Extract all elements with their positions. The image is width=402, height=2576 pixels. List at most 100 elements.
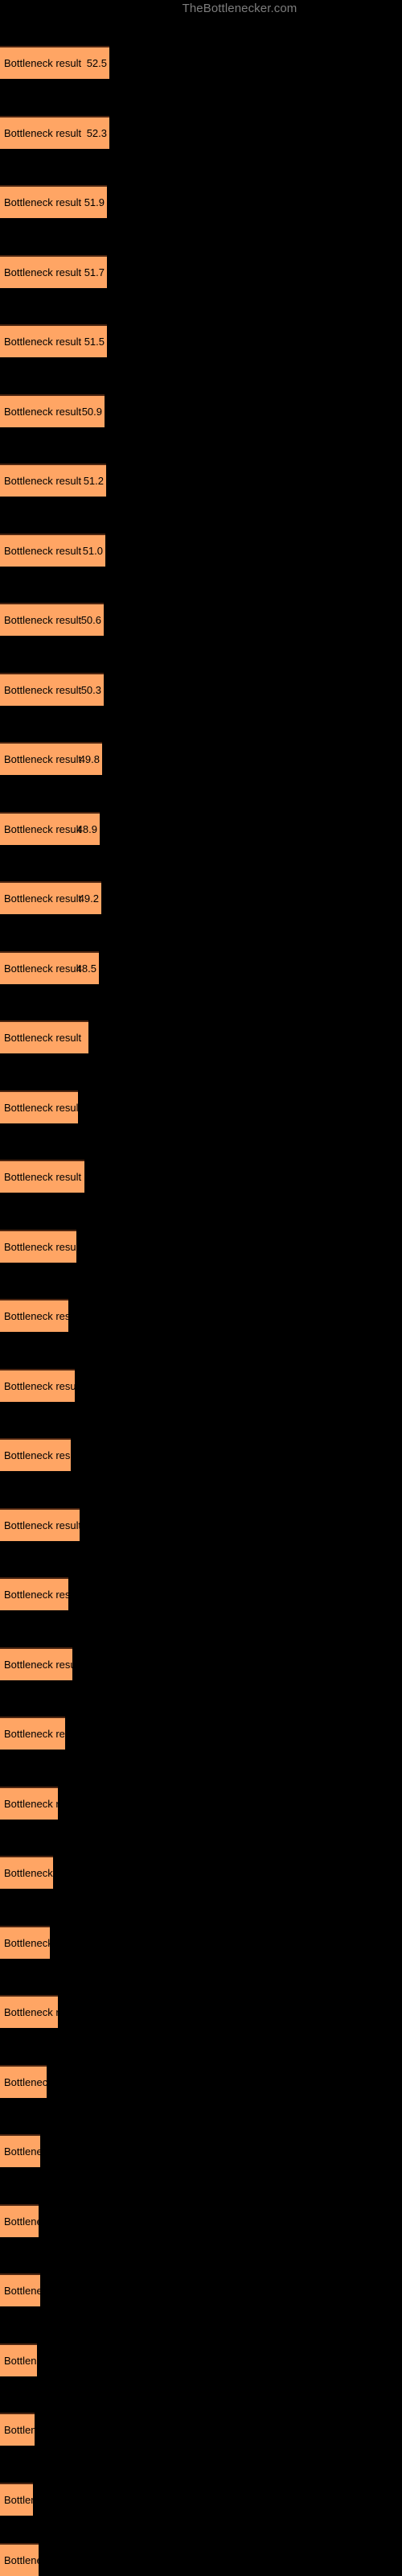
bar[interactable]: Bottleneck result bbox=[0, 1577, 68, 1610]
bar-row: Bottleneck result 49.8 bbox=[0, 742, 402, 775]
bar-label: Bottleneck result bbox=[4, 2285, 40, 2297]
bar[interactable]: Bottleneck result bbox=[0, 1090, 78, 1123]
bar-value: 48.5 bbox=[76, 962, 96, 975]
bar-label: Bottleneck result bbox=[4, 406, 82, 418]
bar-row: Bottleneck result 50.6 bbox=[0, 603, 402, 636]
bar[interactable]: Bottleneck result bbox=[0, 1438, 71, 1471]
bar[interactable]: Bottleneck result bbox=[0, 1508, 80, 1541]
bar[interactable]: Bottleneck result bbox=[0, 1856, 53, 1889]
bar-row: Bottleneck result 51.7 bbox=[0, 255, 402, 288]
bar[interactable]: Bottleneck result bbox=[0, 1787, 58, 1820]
bar[interactable]: Bottleneck result 52.3 bbox=[0, 116, 109, 149]
bar-row: Bottleneck result bbox=[0, 2065, 402, 2098]
bar-row: Bottleneck result 48.9 bbox=[0, 812, 402, 845]
bar-value: 49.2 bbox=[78, 892, 99, 905]
bar[interactable]: Bottleneck result 51.2 bbox=[0, 464, 106, 497]
bar-row: Bottleneck result bbox=[0, 1717, 402, 1750]
bar[interactable]: Bottleneck result bbox=[0, 1160, 84, 1193]
bar-row: Bottleneck result bbox=[0, 1369, 402, 1402]
bar[interactable]: Bottleneck result bbox=[0, 1926, 50, 1959]
bar-label: Bottleneck result bbox=[4, 823, 82, 835]
bar-value: 49.8 bbox=[79, 753, 100, 765]
bar[interactable]: Bottleneck result bbox=[0, 1299, 68, 1332]
bar[interactable]: Bottleneck result 50.6 bbox=[0, 603, 104, 636]
bar[interactable]: Bottleneck result 48.5 bbox=[0, 951, 99, 984]
bar-label: Bottleneck result bbox=[4, 1171, 82, 1183]
bar-label: Bottleneck result bbox=[4, 2006, 58, 2018]
bar-label: Bottleneck result bbox=[4, 2554, 39, 2566]
bar-row: Bottleneck result 48.5 bbox=[0, 951, 402, 984]
bar[interactable]: Bottleneck result bbox=[0, 2413, 35, 2446]
bar-row: Bottleneck result 49.2 bbox=[0, 881, 402, 914]
bar[interactable]: Bottleneck result 49.8 bbox=[0, 742, 102, 775]
bar[interactable]: Bottleneck result bbox=[0, 2065, 47, 2098]
bar-label: Bottleneck result bbox=[4, 1519, 80, 1531]
bar-value: 51.9 bbox=[84, 196, 105, 208]
bar-row: Bottleneck result bbox=[0, 2483, 402, 2516]
bar-label: Bottleneck result bbox=[4, 1380, 75, 1392]
bar-row: Bottleneck result bbox=[0, 1995, 402, 2028]
bar[interactable]: Bottleneck result bbox=[0, 2483, 33, 2516]
bar[interactable]: Bottleneck result bbox=[0, 1995, 58, 2028]
bar-row: Bottleneck result bbox=[0, 1647, 402, 1680]
bar-label: Bottleneck result bbox=[4, 1589, 68, 1601]
bar-row: Bottleneck result 52.5 bbox=[0, 46, 402, 79]
bar-label: Bottleneck result bbox=[4, 336, 82, 348]
bar[interactable]: Bottleneck result bbox=[0, 2204, 39, 2237]
bar[interactable]: Bottleneck result 52.5 bbox=[0, 46, 109, 79]
bar-row: Bottleneck result 50.3 bbox=[0, 673, 402, 706]
bar[interactable]: Bottleneck result 51.0 bbox=[0, 534, 105, 567]
bar-label: Bottleneck result bbox=[4, 1310, 68, 1322]
bar-row: Bottleneck result bbox=[0, 1438, 402, 1471]
bar[interactable]: Bottleneck result 51.7 bbox=[0, 255, 107, 288]
bar-label: Bottleneck result bbox=[4, 1102, 78, 1114]
bar-label: Bottleneck result bbox=[4, 2494, 33, 2506]
bar[interactable]: Bottleneck result bbox=[0, 1717, 65, 1750]
bar-row: Bottleneck result 52.3 bbox=[0, 116, 402, 149]
bar-value: 48.9 bbox=[76, 823, 97, 835]
bar-label: Bottleneck result bbox=[4, 2076, 47, 2088]
bar-row: Bottleneck result bbox=[0, 1020, 402, 1053]
bar[interactable]: Bottleneck result bbox=[0, 2134, 40, 2167]
bar[interactable]: Bottleneck result 51.5 bbox=[0, 324, 107, 357]
bar[interactable]: Bottleneck result 49.2 bbox=[0, 881, 101, 914]
bar[interactable]: Bottleneck result bbox=[0, 2273, 40, 2306]
bar-label: Bottleneck result bbox=[4, 2145, 40, 2158]
bar-row: Bottleneck result 51.0 bbox=[0, 534, 402, 567]
bar[interactable]: Bottleneck result 50.3 bbox=[0, 673, 104, 706]
bar-row: Bottleneck result bbox=[0, 1856, 402, 1889]
bar-row: Bottleneck result bbox=[0, 1230, 402, 1263]
bar-value: 50.9 bbox=[81, 406, 102, 418]
bar[interactable]: Bottleneck result bbox=[0, 1647, 72, 1680]
bar[interactable]: Bottleneck result bbox=[0, 1369, 75, 1402]
bar-label: Bottleneck result bbox=[4, 614, 82, 626]
bar[interactable]: Bottleneck result bbox=[0, 2343, 37, 2376]
bar-label: Bottleneck result bbox=[4, 1032, 82, 1044]
bar[interactable]: Bottleneck result 51.9 bbox=[0, 185, 107, 218]
bar-row: Bottleneck result bbox=[0, 2273, 402, 2306]
bar-label: Bottleneck result bbox=[4, 266, 82, 278]
bar-label: Bottleneck result bbox=[4, 2424, 35, 2436]
bar-label: Bottleneck result bbox=[4, 1937, 50, 1949]
bar[interactable]: Bottleneck result bbox=[0, 1230, 76, 1263]
bar[interactable]: Bottleneck result bbox=[0, 1020, 88, 1053]
bar-value: 50.3 bbox=[80, 684, 101, 696]
bar-value: 52.3 bbox=[86, 127, 107, 139]
bar-label: Bottleneck result bbox=[4, 1798, 58, 1810]
bar-row: Bottleneck result bbox=[0, 1577, 402, 1610]
bar-label: Bottleneck result bbox=[4, 962, 82, 975]
bar-label: Bottleneck result bbox=[4, 684, 82, 696]
bar[interactable]: Bottleneck result bbox=[0, 2543, 39, 2576]
bar-row: Bottleneck result bbox=[0, 2543, 402, 2576]
bar-label: Bottleneck result bbox=[4, 1241, 76, 1253]
bar[interactable]: Bottleneck result 48.9 bbox=[0, 812, 100, 845]
bar-label: Bottleneck result bbox=[4, 1728, 65, 1740]
bar-label: Bottleneck result bbox=[4, 753, 82, 765]
bar-label: Bottleneck result bbox=[4, 57, 82, 69]
bar-label: Bottleneck result bbox=[4, 1659, 72, 1671]
bar-value: 51.5 bbox=[84, 336, 105, 348]
bar-label: Bottleneck result bbox=[4, 1867, 53, 1879]
bar[interactable]: Bottleneck result 50.9 bbox=[0, 394, 105, 427]
bar-row: Bottleneck result 51.9 bbox=[0, 185, 402, 218]
bar-row: Bottleneck result 51.2 bbox=[0, 464, 402, 497]
